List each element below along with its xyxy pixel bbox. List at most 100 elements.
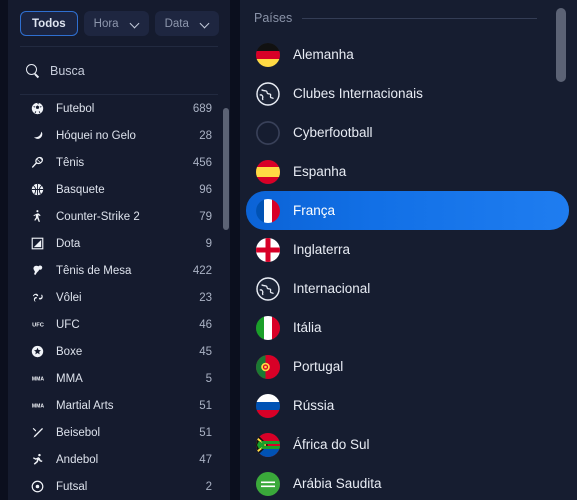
sport-list-item[interactable]: Dota 9 — [8, 230, 230, 257]
filter-chip-data[interactable]: Data — [154, 11, 219, 36]
sport-list-item[interactable]: Counter-Strike 2 79 — [8, 203, 230, 230]
sport-list-item-count: 9 — [205, 237, 212, 250]
country-list-item[interactable]: Alemanha — [246, 35, 569, 74]
counter-strike-icon — [30, 209, 45, 224]
blank-circle-icon — [256, 120, 280, 145]
flag-england-icon — [256, 237, 280, 262]
sport-list-item-label: Basquete — [56, 183, 105, 196]
sports-scrollbar[interactable] — [222, 102, 230, 492]
country-list-item[interactable]: África do Sul — [246, 425, 569, 464]
sport-list-item-label: Hóquei no Gelo — [56, 129, 136, 142]
sport-list-item[interactable]: Vôlei 23 — [8, 284, 230, 311]
country-list-item-label: Portugal — [293, 359, 344, 374]
country-list-item[interactable]: Arábia Saudita — [246, 464, 569, 500]
sport-list-item[interactable]: Andebol 47 — [8, 446, 230, 473]
sport-list-item-label: Futsal — [56, 480, 88, 493]
sport-list-item-label: UFC — [56, 318, 80, 331]
country-list-item-label: Rússia — [293, 398, 335, 413]
sport-list-item-count: 47 — [199, 453, 212, 466]
sports-list: Futebol 689 Hóquei no Gelo 28 Tênis 456 Basque… — [8, 95, 230, 495]
svg-text:MMA: MMA — [31, 403, 43, 409]
country-list-item[interactable]: Internacional — [246, 269, 569, 308]
country-list-item[interactable]: Itália — [246, 308, 569, 347]
sport-list-item-count: 5 — [205, 372, 212, 385]
filter-chip-todos[interactable]: Todos — [20, 11, 78, 36]
sport-list-item-label: Tênis — [56, 156, 85, 169]
sport-list-item-label: Tênis de Mesa — [56, 264, 132, 277]
globe-icon — [256, 276, 280, 301]
sport-list-item-count: 23 — [199, 291, 212, 304]
search-placeholder: Busca — [50, 63, 85, 78]
sport-list-item[interactable]: Boxe 45 — [8, 338, 230, 365]
chevron-down-icon — [201, 20, 209, 28]
country-list-item[interactable]: Portugal — [246, 347, 569, 386]
sport-list-item[interactable]: Tênis 456 — [8, 149, 230, 176]
sport-list-item-count: 51 — [199, 426, 212, 439]
sports-sidebar: Todos Hora Data Busca Futebol 689 Hóquei n… — [8, 0, 230, 500]
country-list-item-label: África do Sul — [293, 437, 370, 452]
header-rule — [302, 17, 537, 19]
sport-list-item[interactable]: MMA MMA 5 — [8, 365, 230, 392]
countries-header-label: Países — [254, 11, 293, 25]
sport-list-item-label: Dota — [56, 237, 81, 250]
country-list-item-label: Itália — [293, 320, 322, 335]
country-list-item[interactable]: Clubes Internacionais — [246, 74, 569, 113]
filter-chip-hora[interactable]: Hora — [83, 11, 149, 36]
sport-list-item[interactable]: UFC UFC 46 — [8, 311, 230, 338]
country-list-item-label: Internacional — [293, 281, 371, 296]
sport-list-item-count: 51 — [199, 399, 212, 412]
dota-icon — [30, 236, 45, 251]
filter-bar: Todos Hora Data — [8, 0, 230, 46]
countries-scrollbar[interactable] — [556, 6, 566, 494]
handball-icon — [30, 452, 45, 467]
sport-list-item[interactable]: Hóquei no Gelo 28 — [8, 122, 230, 149]
sport-list-item-label: Andebol — [56, 453, 99, 466]
sport-list-item-count: 79 — [199, 210, 212, 223]
sport-list-item-label: Vôlei — [56, 291, 82, 304]
globe-icon — [256, 81, 280, 106]
chevron-down-icon — [131, 20, 139, 28]
basketball-icon — [30, 182, 45, 197]
flag-russia-icon — [256, 393, 280, 418]
sport-list-item[interactable]: Futsal 2 — [8, 473, 230, 495]
countries-list: Alemanha Clubes Internacionais Cyberfootba… — [240, 35, 577, 500]
flag-germany-icon — [256, 42, 280, 67]
soccer-ball-icon — [30, 101, 45, 116]
mma-icon: MMA — [30, 371, 45, 386]
sportsbook-category-browser: Todos Hora Data Busca Futebol 689 Hóquei n… — [0, 0, 577, 500]
country-list-item[interactable]: Rússia — [246, 386, 569, 425]
search-input[interactable]: Busca — [8, 47, 230, 94]
svg-text:UFC: UFC — [32, 322, 44, 328]
sport-list-item[interactable]: Futebol 689 — [8, 95, 230, 122]
country-list-item-label: Inglaterra — [293, 242, 351, 257]
sport-list-item[interactable]: Tênis de Mesa 422 — [8, 257, 230, 284]
sport-list-item-count: 28 — [199, 129, 212, 142]
sports-scrollbar-thumb[interactable] — [223, 108, 229, 230]
sport-list-item[interactable]: MMA Martial Arts 51 — [8, 392, 230, 419]
flag-portugal-icon — [256, 354, 280, 379]
ufc-icon: UFC — [30, 317, 45, 332]
sport-list-item-count: 422 — [192, 264, 212, 277]
sport-list-item-label: Boxe — [56, 345, 83, 358]
sport-list-item[interactable]: Basquete 96 — [8, 176, 230, 203]
country-list-item-label: Arábia Saudita — [293, 476, 382, 491]
country-list-item[interactable]: Espanha — [246, 152, 569, 191]
svg-text:MMA: MMA — [31, 376, 43, 382]
flag-south-africa-icon — [256, 432, 280, 457]
sport-list-item-label: Counter-Strike 2 — [56, 210, 140, 223]
martial-arts-icon: MMA — [30, 398, 45, 413]
sport-list-item-count: 46 — [199, 318, 212, 331]
country-list-item-label: Espanha — [293, 164, 347, 179]
countries-scrollbar-thumb[interactable] — [556, 8, 566, 82]
sport-list-item[interactable]: Beisebol 51 — [8, 419, 230, 446]
tennis-racket-icon — [30, 155, 45, 170]
country-list-item-label: Cyberfootball — [293, 125, 373, 140]
futsal-icon — [30, 479, 45, 494]
country-list-item[interactable]: Cyberfootball — [246, 113, 569, 152]
flag-spain-icon — [256, 159, 280, 184]
country-list-item-selected[interactable]: França — [246, 191, 569, 230]
country-list-item[interactable]: Inglaterra — [246, 230, 569, 269]
filter-chip-data-label: Data — [164, 17, 189, 30]
flag-france-icon — [256, 198, 280, 223]
boxing-icon — [30, 344, 45, 359]
